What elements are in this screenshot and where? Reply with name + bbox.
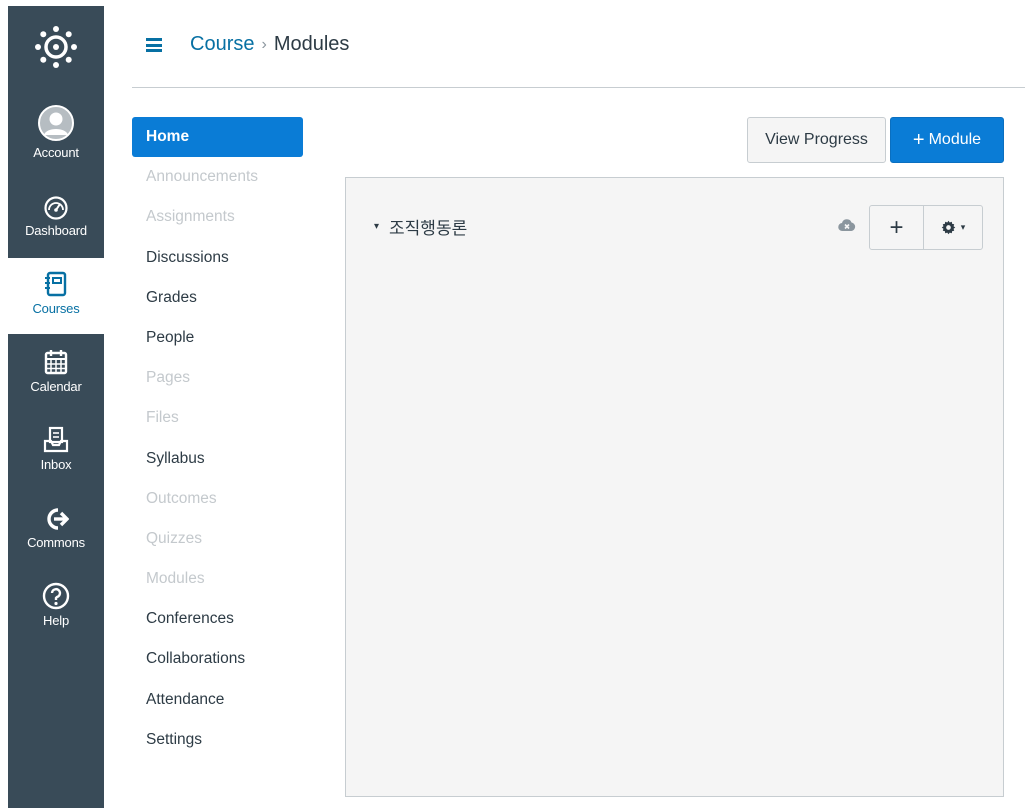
commons-icon xyxy=(43,492,69,532)
hamburger-menu-icon[interactable] xyxy=(146,38,162,52)
course-nav-conferences[interactable]: Conferences xyxy=(132,599,303,639)
courses-icon xyxy=(43,258,69,298)
breadcrumb-separator: › xyxy=(261,35,267,53)
course-nav-settings[interactable]: Settings xyxy=(132,720,303,760)
module-header[interactable]: ▾ 조직행동론 xyxy=(374,214,467,239)
course-nav-pages: Pages xyxy=(146,369,190,387)
plus-icon: + xyxy=(912,128,925,151)
module-settings-button[interactable]: ▾ xyxy=(923,205,983,250)
page-header: Course › Modules xyxy=(132,0,1025,88)
global-nav-help[interactable]: Help xyxy=(8,570,104,646)
course-nav-files: Files xyxy=(146,409,179,427)
course-nav-home[interactable]: Home xyxy=(132,117,303,158)
collapse-caret-icon[interactable]: ▾ xyxy=(374,221,379,232)
global-nav-label: Calendar xyxy=(30,379,82,394)
chevron-down-icon: ▾ xyxy=(960,222,966,232)
add-module-button[interactable]: + Module xyxy=(890,117,1004,163)
course-nav-attendance[interactable]: Attendance xyxy=(132,680,303,720)
dashboard-icon xyxy=(43,180,69,220)
calendar-icon xyxy=(43,336,69,376)
course-nav: Home Announcements Assignments Discussio… xyxy=(132,117,303,760)
global-nav-label: Help xyxy=(43,613,69,628)
canvas-logo-icon[interactable] xyxy=(8,6,104,88)
course-nav-discussions[interactable]: Discussions xyxy=(132,238,303,278)
global-nav-label: Dashboard xyxy=(25,223,87,238)
breadcrumb: Course › Modules xyxy=(190,33,349,56)
modules-container: ▾ 조직행동론 + ▾ xyxy=(345,177,1004,797)
course-nav-announcements: Announcements xyxy=(146,168,259,186)
global-nav-label: Inbox xyxy=(40,457,72,472)
global-nav-account[interactable]: Account xyxy=(8,102,104,178)
global-nav-label: Commons xyxy=(27,535,85,550)
course-nav-people[interactable]: People xyxy=(132,318,303,358)
global-nav-commons[interactable]: Commons xyxy=(8,492,104,568)
global-nav: Account Dashboard Courses Calendar Inbox… xyxy=(8,6,104,808)
course-nav-quizzes: Quizzes xyxy=(146,529,202,547)
global-nav-calendar[interactable]: Calendar xyxy=(8,336,104,412)
unpublished-cloud-icon[interactable] xyxy=(838,218,856,237)
course-nav-modules: Modules xyxy=(146,570,205,588)
add-module-label: Module xyxy=(928,131,982,148)
global-nav-inbox[interactable]: Inbox xyxy=(8,414,104,490)
help-icon xyxy=(42,570,70,610)
course-nav-collaborations[interactable]: Collaborations xyxy=(132,639,303,679)
global-nav-label: Courses xyxy=(32,301,80,316)
add-module-item-button[interactable]: + xyxy=(869,205,924,250)
module-title: 조직행동론 xyxy=(389,219,468,238)
account-icon xyxy=(37,102,75,142)
global-nav-dashboard[interactable]: Dashboard xyxy=(8,180,104,256)
breadcrumb-current: Modules xyxy=(273,33,350,55)
course-nav-outcomes: Outcomes xyxy=(146,489,217,507)
inbox-icon xyxy=(43,414,69,454)
global-nav-label: Account xyxy=(33,145,79,160)
course-nav-assignments: Assignments xyxy=(146,208,235,226)
course-nav-grades[interactable]: Grades xyxy=(132,278,303,318)
view-progress-button[interactable]: View Progress xyxy=(747,117,886,163)
gear-icon xyxy=(941,220,955,235)
breadcrumb-course-link[interactable]: Course xyxy=(190,33,254,56)
global-nav-courses[interactable]: Courses xyxy=(8,258,104,334)
course-nav-syllabus[interactable]: Syllabus xyxy=(132,439,303,479)
